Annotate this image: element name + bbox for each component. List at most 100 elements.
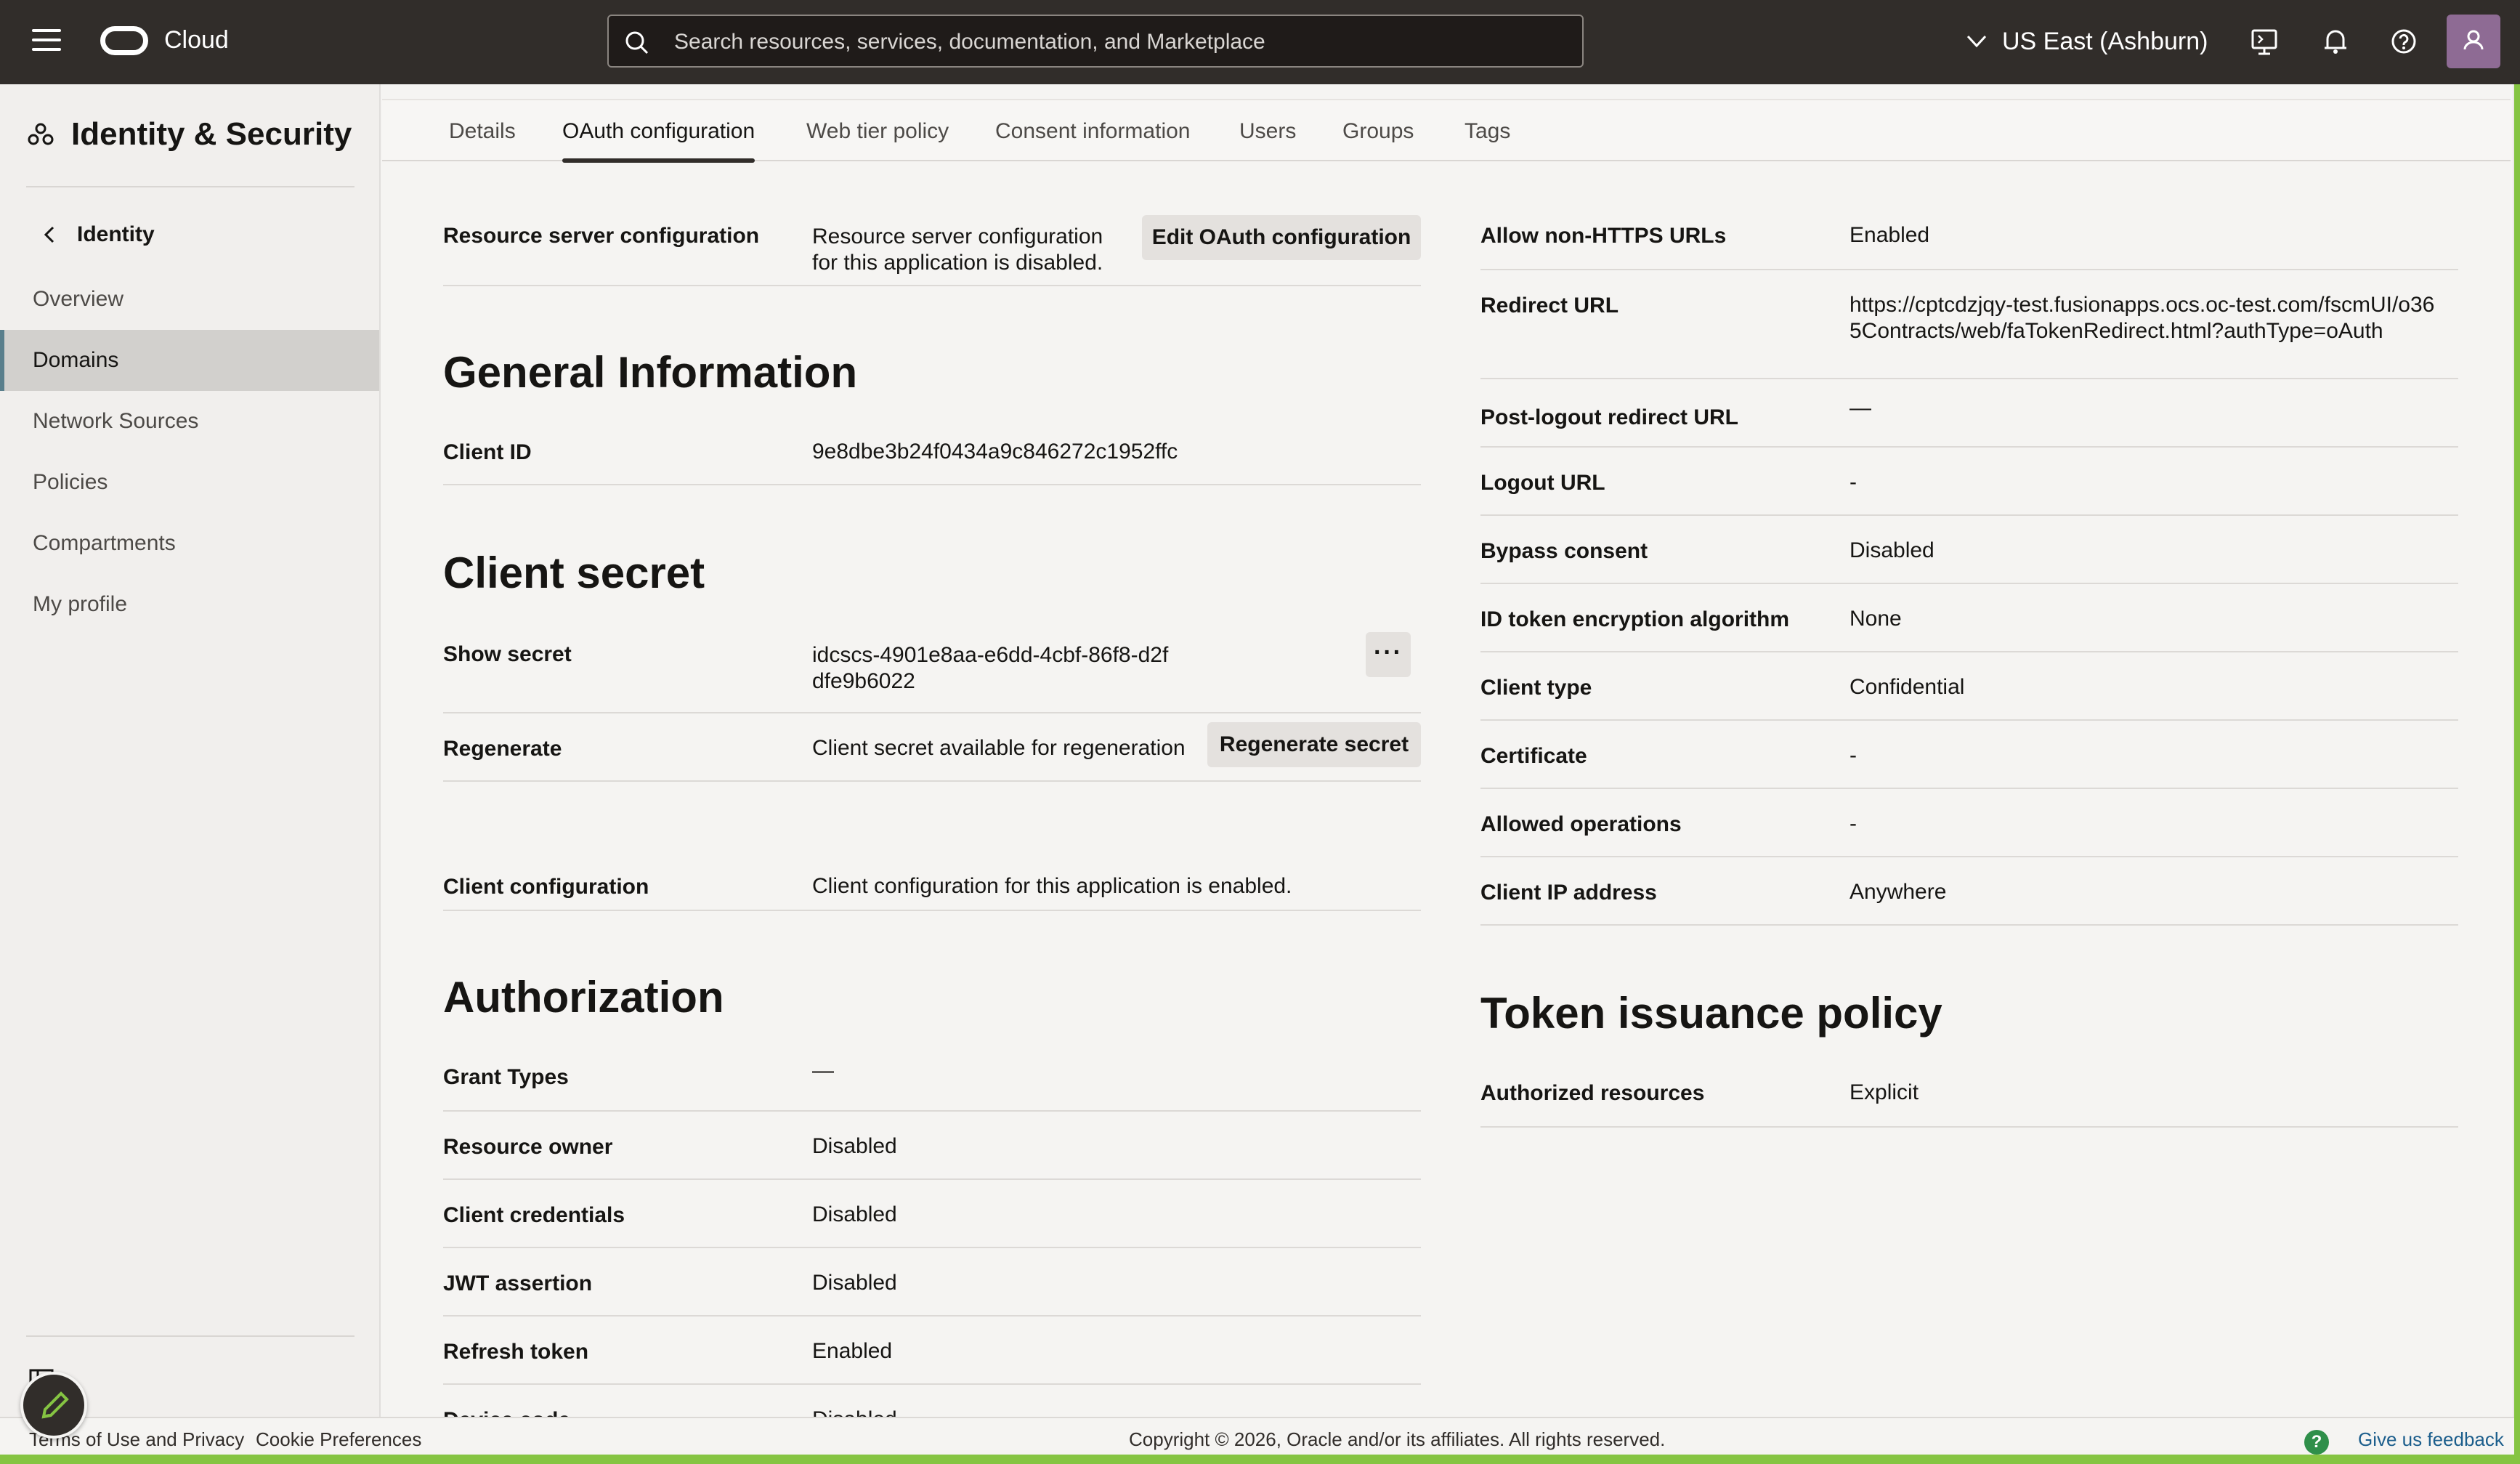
cookie-preferences-link[interactable]: Cookie Preferences [256, 1428, 421, 1451]
field-label: Client credentials [443, 1203, 625, 1227]
sidebar-item-overview[interactable]: Overview [0, 269, 379, 330]
field-label: Redirect URL [1480, 294, 1619, 318]
tab-tags[interactable]: Tags [1464, 119, 1510, 144]
field-value: Enabled [1850, 223, 1930, 247]
brand-label[interactable]: Cloud [164, 26, 229, 54]
oracle-logo[interactable] [100, 26, 148, 55]
field-label: Regenerate [443, 737, 562, 761]
menu-icon[interactable] [32, 29, 61, 54]
tab-users[interactable]: Users [1239, 119, 1296, 144]
field-label: Logout URL [1480, 471, 1605, 495]
field-label: Refresh token [443, 1340, 589, 1364]
tab-groups[interactable]: Groups [1342, 119, 1414, 144]
field-value: — [1850, 396, 1871, 420]
field-label: Allow non-HTTPS URLs [1480, 224, 1727, 248]
sidebar-item-domains[interactable]: Domains [0, 330, 379, 391]
device-code-row: Device code Disabled [443, 1385, 1421, 1417]
edit-fab-button[interactable] [20, 1372, 87, 1439]
field-value: Disabled [812, 1271, 897, 1295]
grant-types-row: Grant Types — [443, 1042, 1421, 1112]
right-accent-bar [2514, 84, 2520, 1464]
tab-oauth-configuration[interactable]: OAuth configuration [562, 119, 755, 163]
field-label: Client ID [443, 440, 532, 464]
tab-web-tier-policy[interactable]: Web tier policy [806, 119, 949, 144]
logout-url-row: Logout URL - [1480, 448, 2458, 516]
regenerate-secret-button[interactable]: Regenerate secret [1207, 722, 1421, 767]
copyright-text: Copyright © 2026, Oracle and/or its affi… [1129, 1428, 1666, 1450]
region-label: US East (Ashburn) [2002, 27, 2208, 55]
back-to-identity[interactable]: Identity [44, 222, 155, 247]
sidebar-divider [26, 186, 354, 187]
user-icon [2463, 30, 2484, 50]
field-value: Disabled [812, 1202, 897, 1226]
field-label: Post-logout redirect URL [1480, 405, 1739, 429]
jwt-assertion-row: JWT assertion Disabled [443, 1248, 1421, 1317]
field-value: Enabled [812, 1339, 893, 1363]
sidebar: Identity & Security Identity Overview Do… [0, 84, 381, 1417]
search-input[interactable]: Search resources, services, documentatio… [607, 15, 1584, 68]
help-icon[interactable] [2387, 25, 2420, 58]
redirect-url-row: Redirect URL https://cptcdzjqy-test.fusi… [1480, 270, 2458, 379]
sidebar-divider [26, 1335, 354, 1337]
cloud-shell-icon[interactable] [2248, 25, 2281, 58]
field-label: Grant Types [443, 1065, 569, 1089]
field-label: Client type [1480, 676, 1592, 700]
field-label: Allowed operations [1480, 812, 1682, 836]
more-actions-button[interactable]: ··· [1366, 632, 1411, 677]
main-content: Details OAuth configuration Web tier pol… [382, 84, 2511, 1417]
field-value: Disabled [812, 1407, 897, 1417]
field-value: None [1850, 607, 1902, 631]
tab-details[interactable]: Details [449, 119, 516, 144]
sidebar-item-my-profile[interactable]: My profile [0, 574, 379, 635]
certificate-row: Certificate - [1480, 721, 2458, 789]
field-value: Disabled [812, 1134, 897, 1158]
sidebar-item-policies[interactable]: Policies [0, 452, 379, 513]
field-label: Resource server configuration [443, 224, 760, 248]
field-value: Client secret available for regeneration [812, 736, 1186, 760]
top-bar: Cloud Search resources, services, docume… [0, 0, 2520, 84]
field-label: Certificate [1480, 744, 1587, 768]
client-type-row: Client type Confidential [1480, 652, 2458, 721]
sidebar-title: Identity & Security [26, 116, 352, 153]
chevron-left-icon [44, 226, 54, 243]
client-credentials-row: Client credentials Disabled [443, 1180, 1421, 1248]
chevron-down-icon [1966, 35, 1987, 48]
authorized-resources-row: Authorized resources Explicit [1480, 1058, 2458, 1128]
field-value: 9e8dbe3b24f0434a9c846272c1952ffc [812, 440, 1178, 464]
field-value: idcscs-4901e8aa-e6dd-4cbf-86f8-d2fdfe9b6… [812, 643, 1169, 693]
client-secret-heading: Client secret [443, 549, 705, 597]
field-value: - [1850, 743, 1857, 767]
sidebar-item-compartments[interactable]: Compartments [0, 513, 379, 574]
feedback-help-icon[interactable]: ? [2304, 1430, 2329, 1455]
search-icon [625, 31, 649, 54]
field-label: ID token encryption algorithm [1480, 607, 1790, 631]
tab-consent-information[interactable]: Consent information [995, 119, 1190, 144]
client-configuration-row: Client configuration Client configuratio… [443, 857, 1421, 911]
field-value: - [1850, 812, 1857, 836]
bypass-consent-row: Bypass consent Disabled [1480, 516, 2458, 584]
field-label: Client IP address [1480, 881, 1657, 905]
field-label: JWT assertion [443, 1271, 593, 1295]
edit-oauth-configuration-button[interactable]: Edit OAuth configuration [1142, 215, 1421, 260]
show-secret-row: Show secret idcscs-4901e8aa-e6dd-4cbf-86… [443, 620, 1421, 713]
resource-server-row: Resource server configuration Resource s… [443, 201, 1421, 286]
bell-icon[interactable] [2319, 25, 2352, 58]
region-selector[interactable]: US East (Ashburn) [1966, 25, 2208, 58]
field-value: Anywhere [1850, 880, 1947, 904]
redirect-url-value[interactable]: https://cptcdzjqy-test.fusionapps.ocs.oc… [1850, 292, 2445, 344]
user-avatar[interactable] [2447, 15, 2500, 68]
field-value: Client configuration for this applicatio… [812, 874, 1292, 898]
bottom-accent-bar [0, 1455, 2520, 1464]
field-label: Device code [443, 1408, 570, 1417]
give-feedback-link[interactable]: Give us feedback [2358, 1428, 2504, 1451]
id-token-encryption-row: ID token encryption algorithm None [1480, 584, 2458, 652]
field-value: Explicit [1850, 1080, 1919, 1104]
field-value: — [812, 1059, 834, 1083]
field-label: Authorized resources [1480, 1081, 1705, 1105]
search-placeholder: Search resources, services, documentatio… [674, 30, 1265, 54]
client-id-row: Client ID 9e8dbe3b24f0434a9c846272c1952f… [443, 421, 1421, 485]
sidebar-item-network-sources[interactable]: Network Sources [0, 391, 379, 452]
general-information-heading: General Information [443, 348, 858, 397]
allowed-operations-row: Allowed operations - [1480, 789, 2458, 857]
field-label: Bypass consent [1480, 539, 1648, 563]
